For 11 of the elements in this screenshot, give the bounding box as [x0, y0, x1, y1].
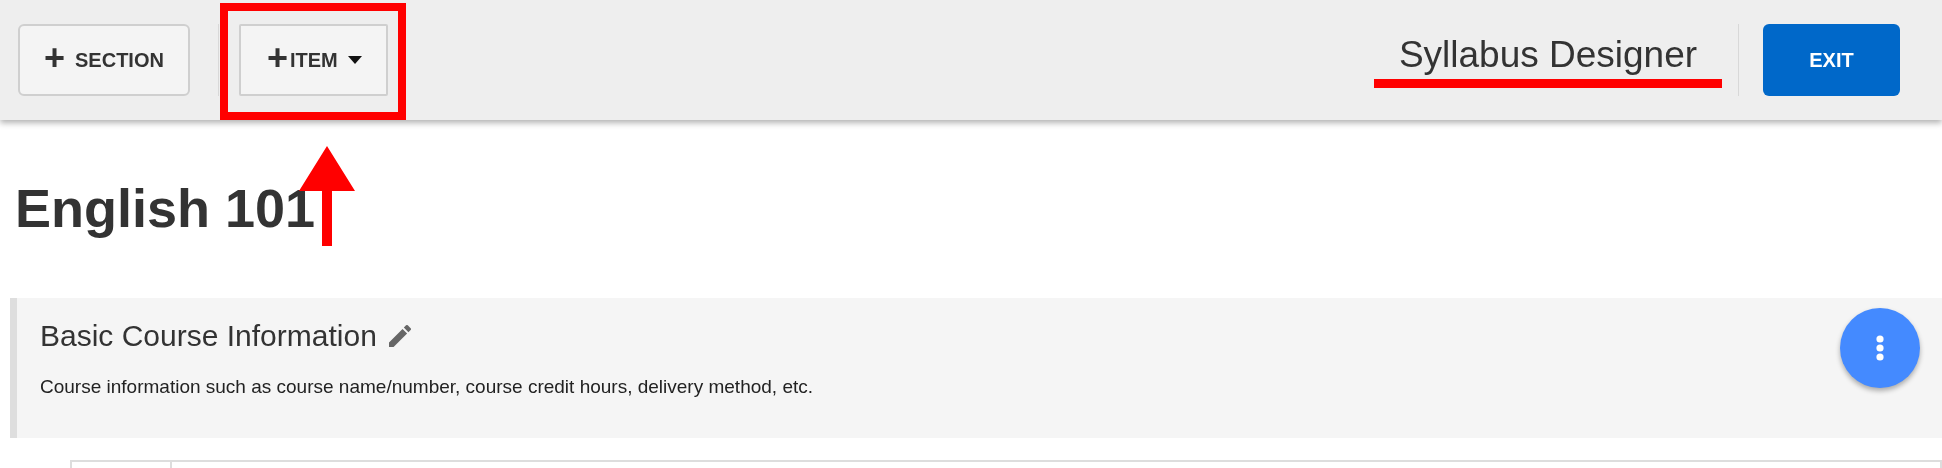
more-vertical-icon	[1876, 335, 1884, 361]
section-description: Course information such as course name/number, course credit hours, delivery method, etc.	[40, 376, 814, 398]
more-options-button[interactable]	[1840, 308, 1920, 388]
exit-button[interactable]: EXIT	[1763, 24, 1900, 96]
add-section-button[interactable]: + SECTION	[18, 24, 190, 96]
pencil-icon[interactable]	[388, 325, 411, 347]
add-item-dropdown-button[interactable]: +ITEM	[238, 24, 388, 96]
section-title: Basic Course Information	[40, 318, 377, 354]
app-title: Syllabus Designer	[1397, 32, 1699, 77]
caret-icon	[347, 56, 362, 64]
page-title: English 101	[15, 178, 316, 238]
